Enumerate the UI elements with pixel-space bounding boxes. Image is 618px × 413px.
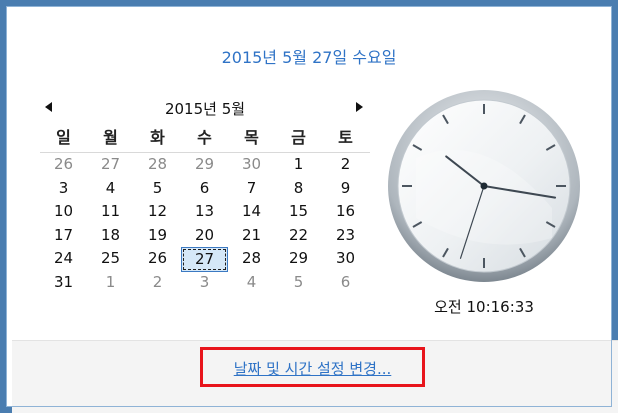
calendar-day[interactable]: 28 [228,247,275,272]
calendar-day[interactable]: 8 [275,177,322,201]
calendar-week-row: 26 27 28 29 30 1 2 [40,153,370,177]
footer: 날짜 및 시간 설정 변경... [12,341,618,413]
analog-clock-icon [386,88,582,284]
analog-clock-face [388,90,580,282]
calendar-day[interactable]: 23 [322,224,369,248]
calendar-day[interactable]: 30 [228,153,275,177]
calendar-day[interactable]: 6 [181,177,228,201]
calendar-day[interactable]: 14 [228,200,275,224]
calendar-day[interactable]: 29 [181,153,228,177]
calendar: 2015년 5월 일월화수목금토 26 27 28 29 30 1 2 3 4 5 6 7 8 9 10 11… [40,96,370,294]
calendar-day[interactable]: 31 [40,271,87,295]
calendar-week-row: 17 18 19 20 21 22 23 [40,224,370,248]
calendar-day[interactable]: 28 [134,153,181,177]
calendar-day[interactable]: 30 [322,247,369,272]
calendar-day[interactable]: 29 [275,247,322,272]
weekday-header-row: 일월화수목금토 [40,126,370,153]
weekday-label: 목 [244,128,259,147]
calendar-day[interactable]: 18 [87,224,134,248]
calendar-day[interactable]: 24 [40,247,87,272]
change-date-time-settings-link[interactable]: 날짜 및 시간 설정 변경... [203,358,422,379]
calendar-day[interactable]: 27 [87,153,134,177]
date-time-popup: 2015년 5월 27일 수요일 2015년 5월 일월화수목금토 26 27 28… [0,0,618,413]
calendar-day[interactable]: 3 [40,177,87,201]
calendar-day[interactable]: 13 [181,200,228,224]
weekday-label: 금 [291,128,306,147]
calendar-day[interactable]: 11 [87,200,134,224]
digital-time: 오전 10:16:33 [434,298,534,316]
month-navigation: 2015년 5월 [40,96,370,122]
calendar-day[interactable]: 15 [275,200,322,224]
calendar-day[interactable]: 17 [40,224,87,248]
calendar-day[interactable]: 7 [228,177,275,201]
highlight-box: 날짜 및 시간 설정 변경... [200,347,425,387]
calendar-day[interactable]: 21 [228,224,275,248]
calendar-day[interactable]: 16 [322,200,369,224]
full-date-header[interactable]: 2015년 5월 27일 수요일 [6,44,612,68]
calendar-day[interactable]: 1 [87,271,134,295]
calendar-day[interactable]: 5 [275,271,322,295]
calendar-day[interactable]: 20 [181,224,228,248]
weekday-label: 월 [103,128,118,147]
calendar-week-row: 24 25 26 27 28 29 30 [40,247,370,272]
weekday-label: 화 [150,128,165,147]
calendar-day[interactable]: 2 [134,271,181,295]
weekday-label: 일 [56,128,71,147]
calendar-day[interactable]: 4 [228,271,275,295]
calendar-grid: 26 27 28 29 30 1 2 3 4 5 6 7 8 9 10 11 12 13 14 15 16 17 18 19 2… [40,153,370,294]
calendar-day[interactable]: 26 [134,247,181,272]
calendar-day[interactable]: 1 [275,153,322,177]
weekday-label: 수 [197,128,212,147]
calendar-day[interactable]: 10 [40,200,87,224]
calendar-day[interactable]: 6 [322,271,369,295]
calendar-day[interactable]: 9 [322,177,369,201]
month-title[interactable]: 2015년 5월 [40,98,370,119]
calendar-day[interactable]: 12 [134,200,181,224]
calendar-week-row: 3456789 [40,177,370,201]
clock-center-pin [480,182,488,190]
calendar-day[interactable]: 4 [87,177,134,201]
calendar-day[interactable]: 19 [134,224,181,248]
calendar-day[interactable]: 22 [275,224,322,248]
calendar-day[interactable]: 2 [322,153,369,177]
calendar-day[interactable]: 25 [87,247,134,272]
triangle-right-icon[interactable] [352,100,366,114]
calendar-day[interactable]: 26 [40,153,87,177]
calendar-day[interactable]: 5 [134,177,181,201]
weekday-label: 토 [338,128,353,147]
calendar-day[interactable]: 3 [181,271,228,295]
calendar-day-today[interactable]: 27 [181,247,228,272]
calendar-week-row: 10 11 12 13 14 15 16 [40,200,370,224]
calendar-week-row: 31 1 2 3 4 5 6 [40,271,370,295]
